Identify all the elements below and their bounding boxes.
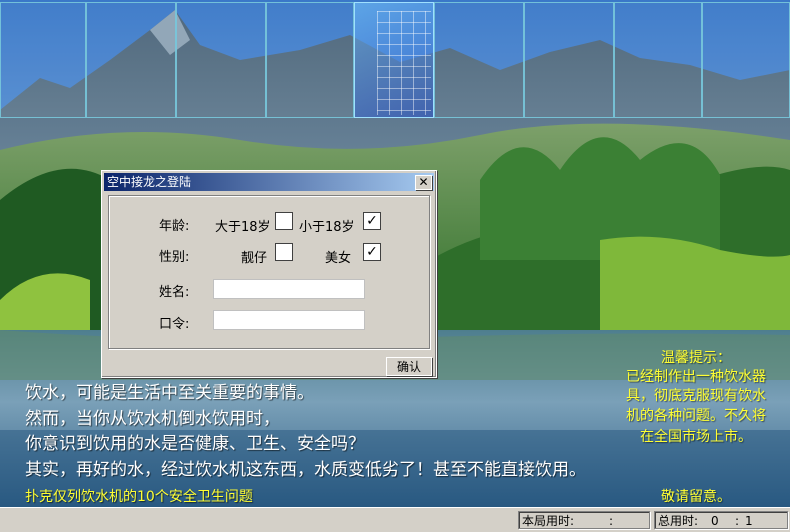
card-slot[interactable]	[614, 2, 702, 118]
login-dialog: 空中接龙之登陆 ✕ 年龄: 大于18岁 小于18岁 ✓ 性别: 靓仔 美女 ✓ …	[101, 170, 437, 378]
name-label: 姓名:	[159, 285, 190, 300]
dialog-titlebar[interactable]: 空中接龙之登陆 ✕	[104, 173, 434, 191]
tip-title: 温馨提示：	[661, 350, 731, 366]
tip-footer: 敬请留意。	[661, 489, 731, 505]
gender-female-checkbox[interactable]: ✓	[363, 243, 381, 261]
story-line: 你意识到饮用的水是否健康、卫生、安全吗？	[25, 434, 365, 454]
tip-line: 已经制作出一种饮水器	[626, 369, 766, 385]
round-time-value: :	[609, 514, 614, 528]
round-time-pane: 本局用时: :	[518, 511, 650, 529]
card-slot[interactable]	[524, 2, 614, 118]
round-time-label: 本局用时:	[522, 514, 575, 528]
story-line: 然而，当你从饮水机倒水饮用时，	[25, 409, 280, 429]
story-footer-link[interactable]: 扑克仅列饮水机的10个安全卫生问题	[25, 486, 253, 506]
gender-male-label: 靓仔	[241, 251, 268, 266]
total-minutes: 0	[711, 514, 719, 528]
selected-card-slot[interactable]	[354, 2, 434, 118]
card-grid-pattern	[377, 11, 431, 115]
password-field[interactable]	[213, 310, 365, 330]
age-under-label: 小于18岁	[299, 220, 355, 235]
password-label: 口令:	[159, 317, 190, 332]
tip-line: 机的各种问题。不久将	[626, 408, 766, 424]
name-field[interactable]	[213, 279, 365, 299]
close-icon[interactable]: ✕	[415, 175, 432, 190]
age-over-label: 大于18岁	[215, 220, 271, 235]
form-panel: 年龄: 大于18岁 小于18岁 ✓ 性别: 靓仔 美女 ✓ 姓名: 口令:	[108, 195, 430, 349]
gender-female-label: 美女	[325, 251, 352, 266]
card-slot[interactable]	[86, 2, 176, 118]
total-time-label: 总用时:	[658, 514, 699, 528]
age-label: 年龄:	[159, 219, 190, 234]
status-bar: 本局用时: : 总用时: 0 : 1	[0, 507, 790, 532]
total-time-separator: :	[735, 514, 740, 528]
story-line: 其实，再好的水，经过饮水机这东西，水质变低劣了！甚至不能直接饮用。	[25, 460, 586, 480]
tip-line: 在全国市场上市。	[640, 429, 752, 445]
card-slot[interactable]	[176, 2, 266, 118]
gender-male-checkbox[interactable]	[275, 243, 293, 261]
card-slot[interactable]	[266, 2, 354, 118]
total-time-pane: 总用时: 0 : 1	[654, 511, 788, 529]
total-seconds: 1	[745, 514, 753, 528]
age-over-checkbox[interactable]	[275, 212, 293, 230]
story-line: 饮水，可能是生活中至关重要的事情。	[25, 383, 314, 403]
tip-line: 具，彻底克服现有饮水	[626, 388, 766, 404]
card-slot[interactable]	[434, 2, 524, 118]
card-slot[interactable]	[0, 2, 86, 118]
gender-label: 性别:	[159, 250, 190, 265]
confirm-button[interactable]: 确认	[386, 357, 432, 376]
age-under-checkbox[interactable]: ✓	[363, 212, 381, 230]
card-slot[interactable]	[702, 2, 790, 118]
dialog-title: 空中接龙之登陆	[107, 175, 192, 189]
